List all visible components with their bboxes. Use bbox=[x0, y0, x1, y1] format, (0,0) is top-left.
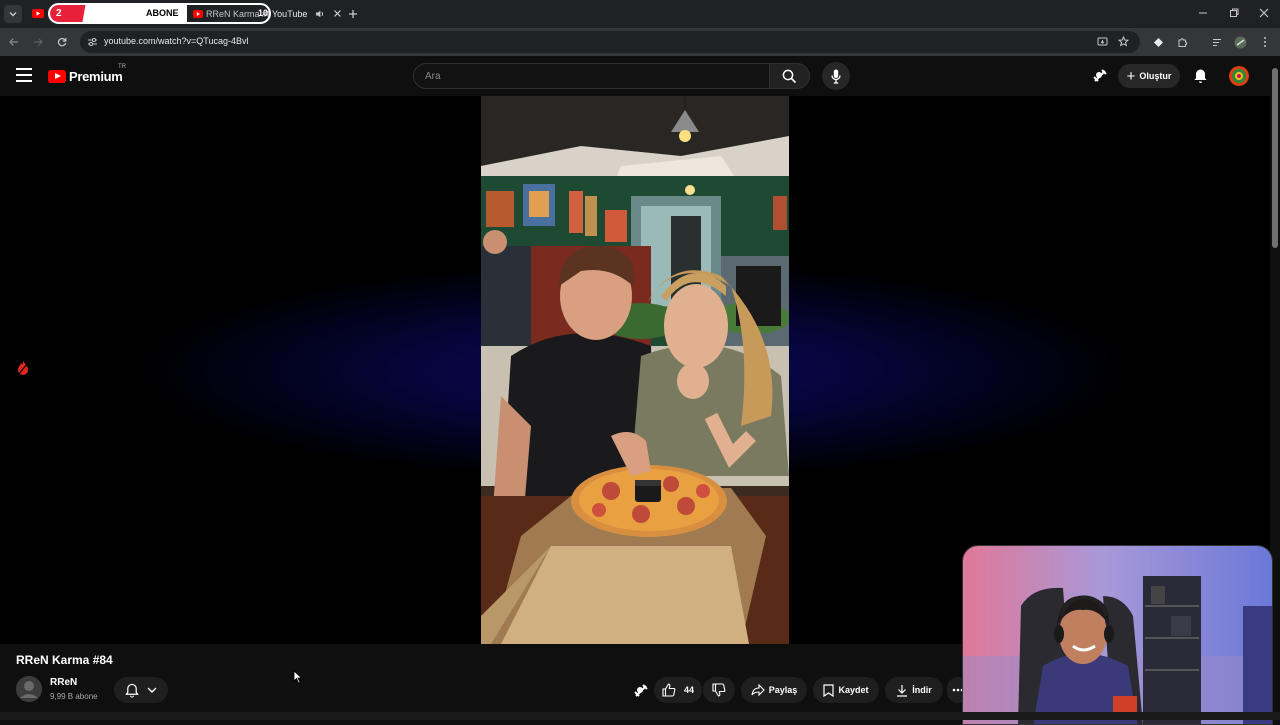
bell-icon bbox=[1194, 69, 1207, 83]
install-app-icon[interactable] bbox=[1097, 37, 1108, 47]
like-button[interactable]: 44 bbox=[654, 677, 702, 703]
youtube-play-icon bbox=[48, 69, 66, 83]
video-frame[interactable] bbox=[481, 96, 789, 644]
bookmark-icon bbox=[823, 683, 835, 697]
share-label: Paylaş bbox=[768, 685, 798, 695]
logo-region: TR bbox=[118, 64, 126, 70]
chevron-down-icon bbox=[147, 687, 157, 693]
create-button[interactable]: + Oluştur bbox=[1118, 64, 1180, 88]
scrollbar-thumb[interactable] bbox=[1272, 68, 1278, 248]
guide-menu-button[interactable] bbox=[16, 68, 32, 82]
youtube-favicon-icon bbox=[193, 10, 203, 18]
channel-avatar[interactable] bbox=[16, 676, 42, 702]
pinned-tab[interactable] bbox=[28, 3, 48, 24]
bell-icon bbox=[125, 683, 139, 697]
tab-search-button[interactable] bbox=[4, 5, 22, 23]
browser-menu-button[interactable] bbox=[1257, 34, 1273, 50]
overlay-number: 2 bbox=[56, 8, 62, 19]
close-window-button[interactable] bbox=[1257, 6, 1271, 20]
download-icon bbox=[897, 684, 908, 697]
channel-avatar-icon bbox=[16, 676, 42, 702]
site-info-icon[interactable] bbox=[87, 37, 98, 47]
download-label: İndir bbox=[912, 685, 932, 695]
reload-icon bbox=[57, 38, 67, 47]
ask-ai-button[interactable] bbox=[633, 683, 649, 699]
like-count: 44 bbox=[683, 685, 694, 695]
arrow-right-icon bbox=[34, 38, 43, 46]
video-scene-image bbox=[481, 96, 789, 644]
profile-avatar-icon bbox=[1234, 36, 1246, 48]
minimize-icon bbox=[1199, 12, 1207, 14]
tab-counter: 10 bbox=[258, 8, 269, 18]
restore-button[interactable] bbox=[1227, 6, 1241, 20]
tab-site-name: YouTube bbox=[272, 8, 308, 19]
overlay-subscribe-text: ABONE bbox=[146, 8, 179, 18]
notifications-button[interactable] bbox=[1193, 68, 1208, 84]
logo-text: Premium bbox=[69, 68, 123, 84]
account-avatar-icon bbox=[1229, 66, 1249, 86]
mouse-cursor-icon bbox=[293, 670, 303, 684]
reload-button[interactable] bbox=[54, 34, 70, 50]
search-button[interactable] bbox=[770, 63, 810, 89]
bookmark-star-icon[interactable] bbox=[1118, 36, 1129, 47]
playlist-icon bbox=[1212, 38, 1221, 46]
create-label: Oluştur bbox=[1139, 71, 1172, 81]
youtube-favicon-icon bbox=[32, 9, 44, 18]
save-label: Kaydet bbox=[838, 685, 869, 695]
video-title: RReN Karma #84 bbox=[16, 653, 113, 667]
search-input[interactable]: Ara bbox=[413, 63, 770, 89]
sparkle-icon bbox=[634, 684, 648, 697]
address-bar[interactable]: youtube.com/watch?v=QTucag-4Bvl bbox=[80, 31, 1140, 53]
search-placeholder: Ara bbox=[425, 71, 441, 82]
dislike-button[interactable] bbox=[703, 677, 735, 703]
new-tab-button[interactable] bbox=[346, 3, 360, 24]
microphone-icon bbox=[831, 69, 841, 84]
download-button[interactable]: İndir bbox=[885, 677, 943, 703]
taskbar-strip bbox=[0, 712, 1280, 720]
search-icon bbox=[782, 69, 797, 83]
tab-title-suffix[interactable]: YouTube bbox=[272, 3, 342, 24]
subscriber-count: 9,99 B abone bbox=[50, 692, 98, 701]
channel-name[interactable]: RReN bbox=[50, 677, 77, 688]
thumbs-down-icon bbox=[712, 683, 726, 697]
active-tab[interactable]: 2 ABONE RReN Karma #84 10 bbox=[48, 3, 271, 24]
arrow-left-icon bbox=[9, 38, 18, 46]
share-button[interactable]: Paylaş bbox=[741, 677, 807, 703]
thumbs-up-icon bbox=[662, 683, 676, 697]
youtube-premium-logo[interactable]: Premium TR bbox=[48, 64, 126, 84]
extensions-button[interactable] bbox=[1174, 34, 1190, 50]
webcam-feed-image bbox=[963, 546, 1272, 724]
extension-diamond-button[interactable] bbox=[1150, 34, 1166, 50]
gemini-sparkle-button[interactable] bbox=[1092, 68, 1108, 84]
close-icon bbox=[1259, 8, 1269, 18]
diamond-icon bbox=[1153, 37, 1163, 47]
media-controls-button[interactable] bbox=[1209, 34, 1225, 50]
save-button[interactable]: Kaydet bbox=[813, 677, 879, 703]
youtube-header: Premium TR Ara + Oluştur bbox=[0, 56, 1270, 96]
plus-icon bbox=[349, 9, 357, 18]
profile-button[interactable] bbox=[1232, 34, 1248, 50]
restore-icon bbox=[1230, 8, 1239, 17]
puzzle-icon bbox=[1178, 37, 1187, 47]
url-text: youtube.com/watch?v=QTucag-4Bvl bbox=[104, 36, 249, 46]
plus-icon: + bbox=[1126, 67, 1136, 85]
subscription-notification-button[interactable] bbox=[114, 677, 168, 703]
share-arrow-icon bbox=[751, 684, 765, 696]
flame-watermark-icon bbox=[18, 361, 28, 375]
close-tab-icon[interactable] bbox=[333, 9, 342, 18]
voice-search-button[interactable] bbox=[822, 62, 850, 90]
chevron-down-icon bbox=[9, 12, 17, 17]
back-button[interactable] bbox=[6, 34, 22, 50]
more-vertical-icon bbox=[1264, 37, 1266, 47]
browser-toolbar: youtube.com/watch?v=QTucag-4Bvl bbox=[0, 28, 1280, 56]
account-avatar[interactable] bbox=[1229, 66, 1249, 86]
streamer-webcam-overlay bbox=[962, 545, 1273, 725]
browser-tab-strip: 2 ABONE RReN Karma #84 10 YouTube bbox=[0, 0, 1280, 28]
minimize-button[interactable] bbox=[1196, 6, 1210, 20]
forward-button[interactable] bbox=[30, 34, 46, 50]
sparkle-icon bbox=[1093, 69, 1107, 82]
speaker-icon[interactable] bbox=[315, 9, 325, 19]
